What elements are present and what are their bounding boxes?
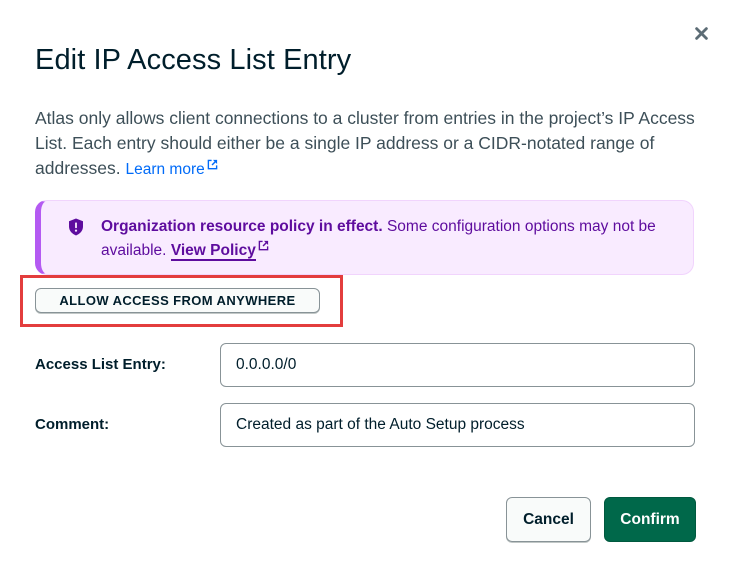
banner-message: Organization resource policy in effect. …: [101, 215, 681, 263]
view-policy-link[interactable]: View Policy: [170, 242, 256, 261]
learn-more-link[interactable]: Learn more: [125, 159, 218, 178]
comment-input[interactable]: [220, 403, 695, 447]
edit-ip-access-modal: Edit IP Access List Entry Atlas only all…: [0, 0, 730, 565]
confirm-button[interactable]: Confirm: [604, 497, 696, 542]
learn-more-label: Learn more: [125, 161, 205, 178]
comment-label: Comment:: [35, 416, 110, 433]
modal-description: Atlas only allows client connections to …: [35, 106, 695, 182]
resource-policy-banner: Organization resource policy in effect. …: [35, 200, 694, 275]
access-list-entry-input[interactable]: [220, 343, 695, 387]
external-link-icon: [207, 159, 218, 170]
close-icon: [694, 26, 708, 40]
external-link-icon: [258, 240, 269, 251]
shield-icon: [69, 218, 83, 236]
allow-access-anywhere-button[interactable]: ALLOW ACCESS FROM ANYWHERE: [35, 288, 320, 313]
modal-title: Edit IP Access List Entry: [35, 44, 352, 76]
access-list-entry-label: Access List Entry:: [35, 356, 166, 373]
cancel-button[interactable]: Cancel: [506, 497, 591, 542]
view-policy-label: View Policy: [170, 242, 256, 259]
close-button[interactable]: [690, 22, 712, 44]
banner-bold-text: Organization resource policy in effect.: [101, 218, 383, 235]
